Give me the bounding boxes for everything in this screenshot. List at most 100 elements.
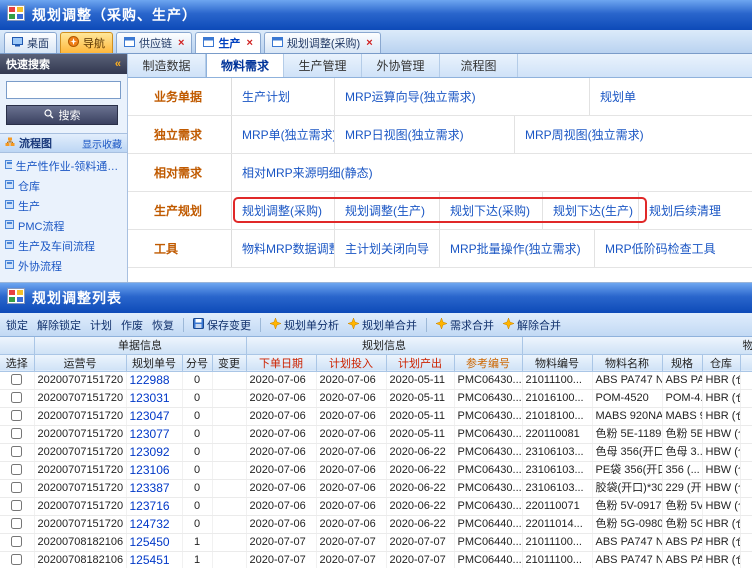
plan-analyze-button[interactable]: 规划单分析: [269, 316, 339, 333]
table-row[interactable]: 20200707151720 123716 0 2020-07-06 2020-07-0…: [0, 497, 752, 516]
plan-order-link[interactable]: 123077: [126, 425, 183, 444]
link-mrp-week-view[interactable]: MRP周视图(独立需求): [525, 126, 644, 143]
row-checkbox[interactable]: [11, 536, 23, 548]
table-row[interactable]: 20200707151720 123106 0 2020-07-06 2020-07-0…: [0, 461, 752, 480]
column-header[interactable]: 选择: [0, 354, 35, 372]
tab-desktop[interactable]: 桌面: [4, 32, 57, 53]
link-plan-release-purchase[interactable]: 规划下达(采购): [450, 202, 530, 219]
column-header[interactable]: 运营号: [34, 354, 127, 372]
row-checkbox[interactable]: [11, 446, 23, 458]
plan-order-link[interactable]: 123092: [126, 443, 183, 462]
table-row[interactable]: 20200707151720 123031 0 2020-07-06 2020-07-0…: [0, 389, 752, 408]
flow-item-production[interactable]: 生产: [3, 198, 124, 214]
restore-button[interactable]: 恢复: [152, 317, 174, 333]
lock-button[interactable]: 锁定: [6, 317, 28, 333]
row-checkbox[interactable]: [11, 392, 23, 404]
tab-supply-chain[interactable]: 供应链 ×: [116, 32, 193, 53]
menu-tab-material-requirements[interactable]: 物料需求: [206, 54, 284, 77]
unlock-button[interactable]: 解除锁定: [37, 317, 81, 333]
link-mrp-day-view[interactable]: MRP日视图(独立需求): [345, 126, 464, 143]
menu-tab-manufacturing-data[interactable]: 制造数据: [128, 54, 206, 77]
plan-order-link[interactable]: 123387: [126, 479, 183, 498]
menu-tab-production-management[interactable]: 生产管理: [284, 54, 362, 77]
link-mrp-wizard[interactable]: MRP运算向导(独立需求): [345, 88, 476, 105]
plan-merge-button[interactable]: 规划单合并: [347, 316, 417, 333]
column-header[interactable]: 物料名称: [592, 354, 663, 372]
menu-tab-flowchart[interactable]: 流程图: [440, 54, 518, 77]
link-master-plan-close[interactable]: 主计划关闭向导: [345, 240, 429, 257]
link-mrp-order[interactable]: MRP单(独立需求): [242, 126, 334, 143]
link-relative-mrp-source[interactable]: 相对MRP来源明细(静态): [242, 164, 373, 181]
link-production-plan[interactable]: 生产计划: [242, 88, 290, 105]
table-row[interactable]: 20200707151720 123092 0 2020-07-06 2020-07-0…: [0, 443, 752, 462]
show-favorites-link[interactable]: 显示收藏: [82, 136, 122, 151]
tab-planning-adjust-purchase[interactable]: 规划调整(采购) ×: [263, 32, 381, 53]
row-checkbox[interactable]: [11, 410, 23, 422]
plan-order-link[interactable]: 124732: [126, 515, 183, 534]
row-checkbox[interactable]: [11, 500, 23, 512]
table-row[interactable]: 20200707151720 122988 0 2020-07-06 2020-07-0…: [0, 371, 752, 390]
table-row[interactable]: 20200707151720 123077 0 2020-07-06 2020-07-0…: [0, 425, 752, 444]
unmerge-button[interactable]: 解除合并: [502, 316, 561, 333]
link-plan-cleanup[interactable]: 规划后续清理: [649, 202, 721, 219]
column-header[interactable]: 分号: [182, 354, 213, 372]
row-checkbox[interactable]: [11, 554, 23, 566]
flow-item-pmc[interactable]: PMC流程: [3, 218, 124, 234]
link-plan-adjust-purchase[interactable]: 规划调整(采购): [242, 202, 322, 219]
link-material-mrp-adjust[interactable]: 物料MRP数据调整: [242, 240, 334, 257]
column-header[interactable]: 计划产出: [386, 354, 455, 372]
flow-item-outsourcing[interactable]: 外协流程: [3, 258, 124, 274]
column-header[interactable]: 物料编号: [522, 354, 593, 372]
column-header[interactable]: 参考编号: [454, 354, 523, 372]
column-header[interactable]: 变更: [212, 354, 247, 372]
row-checkbox[interactable]: [11, 464, 23, 476]
column-header[interactable]: 模具: [740, 354, 752, 372]
plan-order-link[interactable]: 125450: [126, 533, 183, 552]
plan-order-link[interactable]: 123047: [126, 407, 183, 426]
plan-order-link[interactable]: 122988: [126, 371, 183, 390]
column-header[interactable]: 仓库: [702, 354, 741, 372]
close-icon[interactable]: ×: [366, 37, 372, 49]
column-header[interactable]: 下单日期: [246, 354, 317, 372]
row-checkbox[interactable]: [11, 374, 23, 386]
plan-order-link[interactable]: 123106: [126, 461, 183, 480]
plan-table-wrap[interactable]: 单据信息规划信息物料信息选择运营号规划单号分号变更下单日期计划投入计划产出参考编…: [0, 337, 752, 568]
flow-item-workshop[interactable]: 生产及车间流程: [3, 238, 124, 254]
flow-item-production-jobs[interactable]: 生产性作业-领料通知、验退...: [3, 158, 124, 174]
link-plan-adjust-production[interactable]: 规划调整(生产): [345, 202, 425, 219]
plan-button[interactable]: 计划: [90, 317, 112, 333]
quick-search-input[interactable]: [6, 81, 121, 99]
table-row[interactable]: 20200707151720 123047 0 2020-07-06 2020-07-0…: [0, 407, 752, 426]
plan-order-link[interactable]: 123716: [126, 497, 183, 516]
cell: 0: [182, 461, 213, 480]
close-icon[interactable]: ×: [178, 37, 184, 49]
search-button[interactable]: 搜索: [6, 105, 118, 125]
demand-merge-button[interactable]: 需求合并: [435, 316, 494, 333]
table-row[interactable]: 20200708182106 125450 1 2020-07-07 2020-07-0…: [0, 533, 752, 552]
column-header[interactable]: 计划投入: [316, 354, 387, 372]
tab-production[interactable]: 生产 ×: [195, 32, 261, 53]
plan-order-link[interactable]: 123031: [126, 389, 183, 408]
table-row[interactable]: 20200707151720 123387 0 2020-07-06 2020-07-0…: [0, 479, 752, 498]
row-checkbox[interactable]: [11, 518, 23, 530]
row-checkbox[interactable]: [11, 482, 23, 494]
cell: 2020-05-11: [386, 371, 455, 390]
save-changes-button[interactable]: 保存变更: [193, 317, 251, 333]
link-plan-order[interactable]: 规划单: [600, 88, 636, 105]
flow-item-warehouse[interactable]: 仓库: [3, 178, 124, 194]
void-button[interactable]: 作废: [121, 317, 143, 333]
table-row[interactable]: 20200708182106 125451 1 2020-07-07 2020-07-0…: [0, 551, 752, 568]
menu-tab-outsourcing-management[interactable]: 外协管理: [362, 54, 440, 77]
collapse-icon[interactable]: «: [115, 58, 121, 70]
plan-order-link[interactable]: 125451: [126, 551, 183, 568]
link-mrp-low-level-check[interactable]: MRP低阶码检查工具: [605, 240, 716, 257]
table-row[interactable]: 20200707151720 124732 0 2020-07-06 2020-07-0…: [0, 515, 752, 534]
link-mrp-batch-ops[interactable]: MRP批量操作(独立需求): [450, 240, 581, 257]
column-header[interactable]: 规划单号: [126, 354, 183, 372]
row-checkbox[interactable]: [11, 428, 23, 440]
tab-navigation[interactable]: 导航: [60, 32, 113, 53]
column-header[interactable]: 规格: [662, 354, 703, 372]
close-icon[interactable]: ×: [246, 37, 252, 49]
link-plan-release-production[interactable]: 规划下达(生产): [553, 202, 633, 219]
cell: 2020-07-07: [386, 551, 455, 568]
